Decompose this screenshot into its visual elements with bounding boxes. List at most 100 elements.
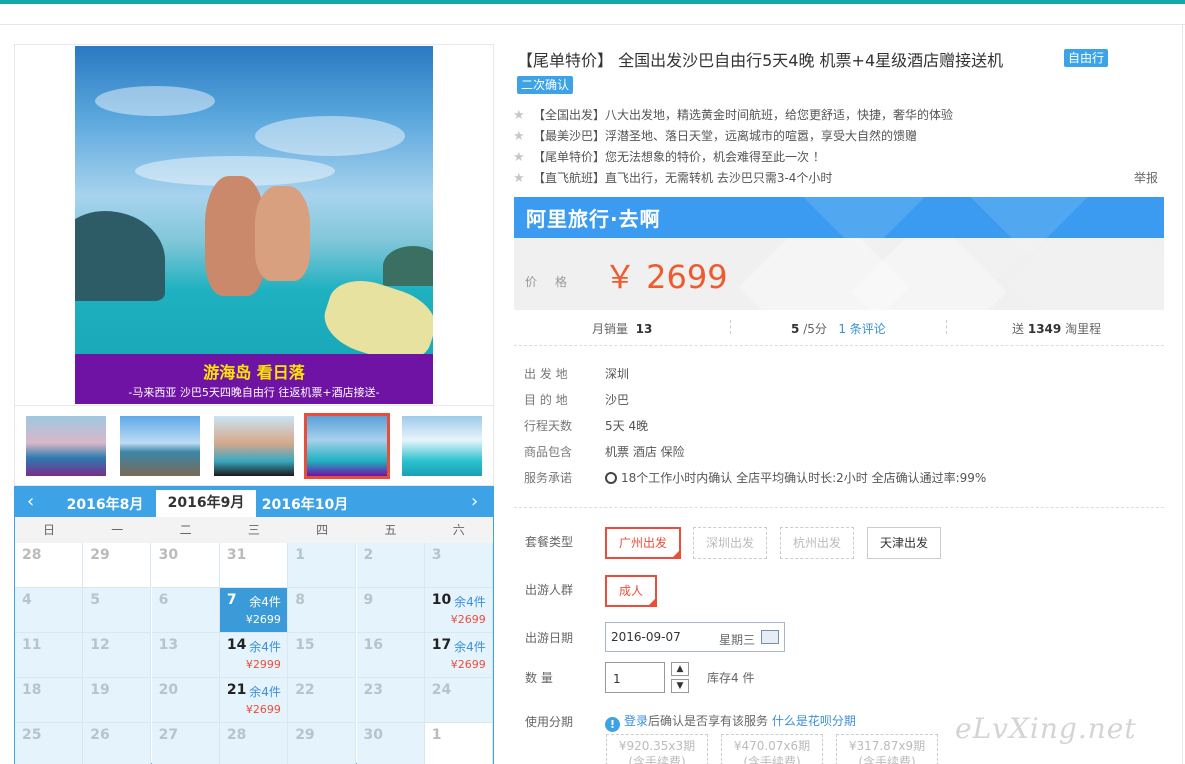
calendar-day: 6 bbox=[151, 588, 220, 633]
next-month-icon[interactable]: › bbox=[471, 491, 478, 512]
day-number: 10 bbox=[431, 592, 452, 608]
thumbnail-1[interactable] bbox=[26, 416, 106, 476]
day-price: ¥2699 bbox=[245, 613, 281, 626]
price-value: ￥ 2699 bbox=[604, 258, 728, 296]
thumbnail-4[interactable] bbox=[304, 413, 390, 479]
login-link[interactable]: 登录 bbox=[624, 714, 648, 728]
check-icon bbox=[605, 472, 617, 484]
day-number: 3 bbox=[431, 547, 442, 563]
sales-stats: 月销量 13 5 /5分 1 条评论 送 1349 淘里程 bbox=[514, 316, 1164, 346]
day-number: 29 bbox=[295, 727, 315, 743]
day-number: 11 bbox=[22, 637, 42, 653]
price-header: 阿里旅行·去啊 bbox=[514, 197, 1164, 258]
day-number: 1 bbox=[431, 727, 442, 743]
calendar-day[interactable]: 10 余4件 ¥2699 bbox=[424, 588, 493, 633]
day-price: ¥2699 bbox=[450, 658, 486, 671]
calendar-day: 20 bbox=[151, 678, 220, 723]
installment-info: ! 登录后确认是否享有该服务 什么是花呗分期 bbox=[605, 712, 856, 732]
package-hangzhou[interactable]: 杭州出发 bbox=[780, 527, 854, 559]
weekday-header: 六 bbox=[452, 523, 465, 537]
header-divider bbox=[0, 24, 1185, 25]
brand-logo: 阿里旅行·去啊 bbox=[526, 207, 661, 231]
package-label: 套餐类型 bbox=[525, 535, 574, 549]
calendar-day: 5 bbox=[83, 588, 152, 633]
calendar-day[interactable]: 21 余4件 ¥2699 bbox=[219, 678, 288, 723]
month-tab-next[interactable]: 2016年10月 bbox=[255, 493, 355, 517]
day-number: 23 bbox=[363, 682, 383, 698]
weekday-header: 五 bbox=[384, 523, 397, 537]
calendar-day: 26 bbox=[83, 723, 152, 764]
calendar-header: ‹ 2016年8月 2016年9月 2016年10月 › bbox=[15, 487, 493, 517]
star-icon: ★ bbox=[513, 129, 525, 144]
calendar-day: 16 bbox=[356, 633, 425, 678]
day-number: 6 bbox=[158, 592, 169, 608]
day-number: 1 bbox=[295, 547, 305, 563]
feature-item: ★ 【尾单特价】您无法想象的特价，机会难得至此一次 ！ bbox=[513, 147, 1173, 168]
date-value: 2016-09-07 bbox=[611, 630, 681, 644]
calendar-day[interactable]: 17 余4件 ¥2699 bbox=[424, 633, 493, 678]
day-number: 19 bbox=[90, 682, 110, 698]
day-stock: 余4件 bbox=[249, 640, 281, 654]
calendar-icon[interactable] bbox=[761, 630, 779, 644]
package-shenzhen[interactable]: 深圳出发 bbox=[693, 527, 767, 559]
calendar-day: 18 bbox=[15, 678, 83, 723]
package-guangzhou[interactable]: 广州出发 bbox=[605, 527, 681, 559]
calendar-day: 9 bbox=[356, 588, 425, 633]
calendar-day[interactable]: 14 余4件 ¥2999 bbox=[219, 633, 288, 678]
weekday-header: 三 bbox=[247, 523, 260, 537]
calendar-day: 15 bbox=[288, 633, 357, 678]
calendar-day: 4 bbox=[15, 588, 83, 633]
banner-title: 游海岛 看日落 bbox=[203, 363, 305, 382]
quantity-input[interactable]: 1 bbox=[605, 662, 665, 693]
month-tab-current[interactable]: 2016年9月 bbox=[156, 490, 256, 517]
decrease-icon[interactable]: ▼ bbox=[671, 679, 689, 693]
thumbnail-2[interactable] bbox=[120, 416, 200, 476]
top-accent-bar bbox=[0, 0, 1185, 4]
star-icon: ★ bbox=[513, 150, 525, 165]
calendar-day: 29 bbox=[83, 543, 152, 588]
main-product-image[interactable] bbox=[75, 46, 433, 404]
main-image-banner: 游海岛 看日落 -马来西亚 沙巴5天四晚自由行 往返机票+酒店接送- bbox=[75, 354, 433, 404]
reviews-link[interactable]: 1 条评论 bbox=[838, 322, 885, 336]
package-tianjin[interactable]: 天津出发 bbox=[867, 527, 941, 559]
day-number: 30 bbox=[363, 727, 383, 743]
prev-month-icon[interactable]: ‹ bbox=[27, 491, 34, 512]
calendar-day: 29 bbox=[288, 723, 357, 764]
tag-second-confirm: 二次确认 bbox=[517, 76, 574, 94]
calendar-day: 25 bbox=[15, 723, 83, 764]
installment-option-9[interactable]: ¥317.87x9期 (含手续费) bbox=[836, 734, 938, 764]
calendar-day: 3 bbox=[424, 543, 493, 588]
calendar-day: 31 bbox=[219, 543, 288, 588]
travel-date-input[interactable]: 2016-09-07 星期三 bbox=[605, 622, 785, 652]
calendar-day[interactable]: 7 余4件 ¥2699 bbox=[219, 588, 288, 633]
day-price: ¥2999 bbox=[245, 658, 281, 671]
day-number: 28 bbox=[22, 547, 42, 563]
day-number: 26 bbox=[90, 727, 110, 743]
calendar-day: 30 bbox=[151, 543, 220, 588]
calendar-day: 27 bbox=[151, 723, 220, 764]
price-box: 阿里旅行·去啊 价格 ￥ 2699 bbox=[514, 197, 1164, 310]
thumbnail-3[interactable] bbox=[214, 416, 294, 476]
feature-item: ★ 【最美沙巴】浮潜圣地、落日天堂，远离城市的喧嚣，享受大自然的馈赠 bbox=[513, 126, 1173, 147]
day-stock: 余4件 bbox=[249, 685, 281, 699]
product-gallery: 游海岛 看日落 -马来西亚 沙巴5天四晚自由行 往返机票+酒店接送- bbox=[14, 44, 494, 486]
feature-item: ★ 【直飞航班】直飞出行，无需转机 去沙巴只需3-4个小时 bbox=[513, 168, 1173, 189]
date-label: 出游日期 bbox=[525, 631, 574, 645]
report-link[interactable]: 举报 bbox=[1134, 169, 1158, 186]
day-number: 25 bbox=[22, 727, 42, 743]
increase-icon[interactable]: ▲ bbox=[671, 662, 689, 676]
day-number: 31 bbox=[226, 547, 247, 563]
departure-calendar: ‹ 2016年8月 2016年9月 2016年10月 › 日一二三四五六 28 2… bbox=[14, 486, 494, 764]
thumbnail-5[interactable] bbox=[402, 416, 482, 476]
day-number: 12 bbox=[90, 637, 110, 653]
calendar-day: 24 bbox=[424, 678, 493, 723]
month-tab-prev[interactable]: 2016年8月 bbox=[55, 493, 155, 517]
site-watermark: eLvXing.net bbox=[955, 712, 1137, 745]
calendar-day: 28 bbox=[15, 543, 83, 588]
crowd-adult[interactable]: 成人 bbox=[605, 575, 657, 607]
day-stock: 余4件 bbox=[454, 640, 486, 654]
installment-option-3[interactable]: ¥920.35x3期 (含手续费) bbox=[606, 734, 708, 764]
huabei-info-link[interactable]: 什么是花呗分期 bbox=[772, 714, 856, 728]
installment-option-6[interactable]: ¥470.07x6期 (含手续费) bbox=[721, 734, 823, 764]
stock-count: 库存4 件 bbox=[707, 671, 755, 685]
